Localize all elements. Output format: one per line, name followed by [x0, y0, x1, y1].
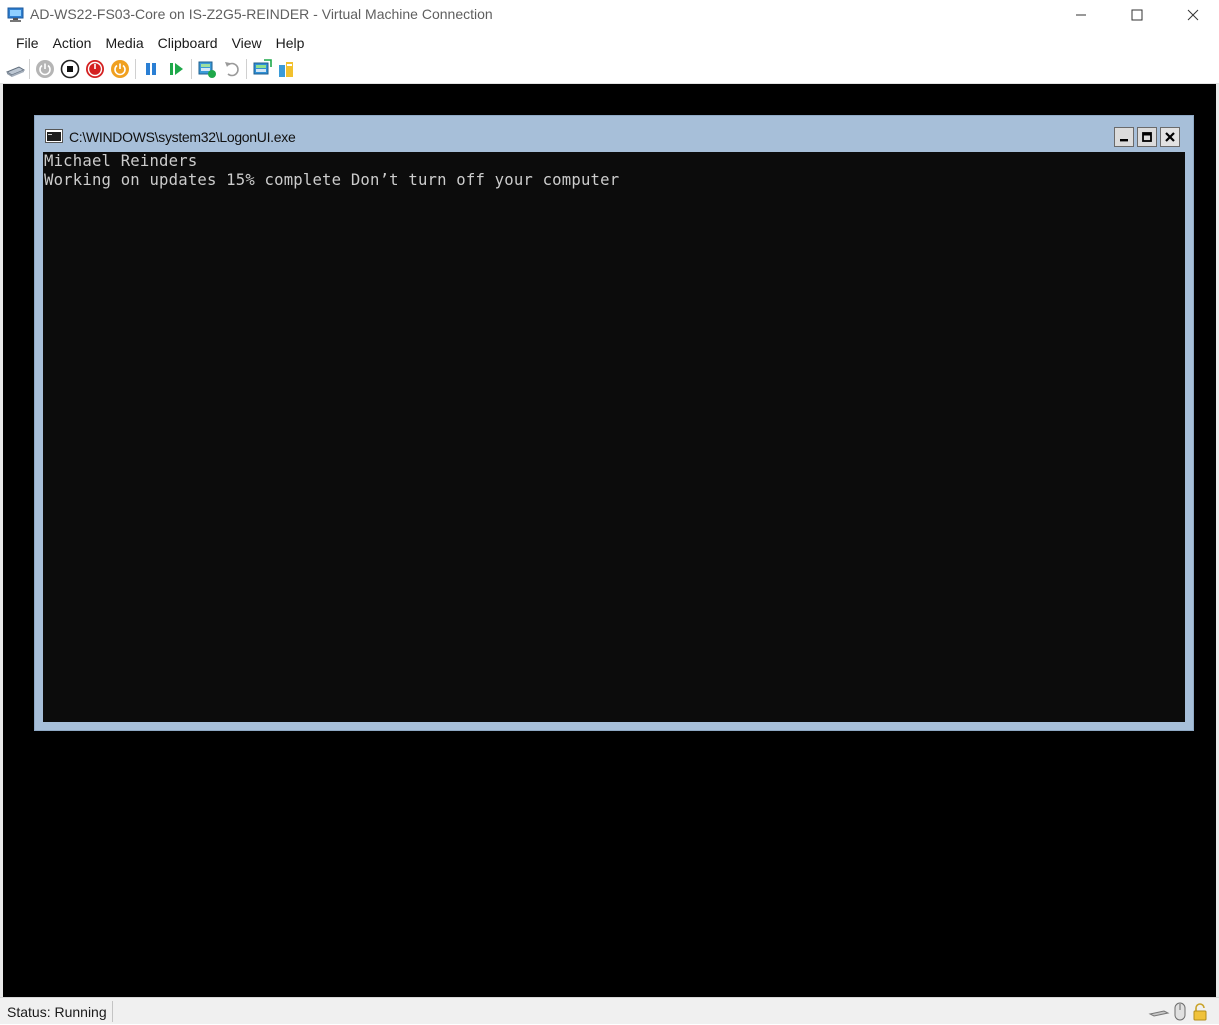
shut-down-button[interactable] — [84, 58, 106, 80]
console-output[interactable]: Michael Reinders Working on updates 15% … — [43, 152, 1185, 722]
enhanced-session-button[interactable] — [251, 58, 273, 80]
status-text: Status: Running — [7, 1004, 107, 1020]
resume-icon — [170, 63, 183, 75]
console-maximize-button[interactable] — [1137, 127, 1157, 147]
status-bar: Status: Running — [0, 997, 1219, 1024]
turn-off-button[interactable] — [59, 58, 81, 80]
title-bar: AD-WS22-FS03-Core on IS-Z2G5-REINDER - V… — [0, 0, 1219, 30]
pause-button[interactable] — [140, 58, 162, 80]
maximize-icon — [1131, 9, 1143, 21]
status-separator — [112, 1001, 113, 1022]
share-icon — [279, 62, 293, 77]
save-state-icon — [111, 60, 129, 78]
revert-button[interactable] — [221, 58, 243, 80]
menu-file[interactable]: File — [9, 30, 46, 56]
toolbar-separator — [191, 59, 192, 79]
maximize-button[interactable] — [1109, 0, 1165, 30]
console-window: C:\WINDOWS\system32\LogonUI.exe Michael … — [34, 115, 1194, 731]
toolbar — [0, 56, 1219, 84]
vm-connection-icon — [7, 6, 25, 23]
mouse-status-icon — [1173, 1002, 1187, 1025]
toolbar-separator — [29, 59, 30, 79]
close-icon — [1165, 132, 1175, 142]
power-icon — [36, 60, 54, 78]
ctrl-alt-del-button[interactable] — [4, 58, 26, 80]
minimize-icon — [1120, 139, 1128, 142]
save-button[interactable] — [109, 58, 131, 80]
toolbar-separator — [246, 59, 247, 79]
pause-icon — [146, 63, 156, 75]
console-icon — [45, 129, 63, 143]
console-close-button[interactable] — [1160, 127, 1180, 147]
keyboard-icon — [5, 66, 25, 77]
menu-media[interactable]: Media — [98, 30, 150, 56]
keyboard-status-icon — [1148, 1002, 1170, 1023]
resume-button[interactable] — [165, 58, 187, 80]
console-title-bar: C:\WINDOWS\system32\LogonUI.exe — [35, 116, 1193, 152]
console-line-status: Working on updates 15% complete Don’t tu… — [44, 171, 620, 189]
console-line-user: Michael Reinders — [44, 152, 198, 170]
menu-clipboard[interactable]: Clipboard — [151, 30, 225, 56]
toolbar-separator — [135, 59, 136, 79]
window-title: AD-WS22-FS03-Core on IS-Z2G5-REINDER - V… — [30, 6, 493, 22]
lock-icon — [1192, 1002, 1208, 1025]
maximize-icon — [1142, 132, 1152, 142]
menu-action[interactable]: Action — [46, 30, 99, 56]
minimize-button[interactable] — [1053, 0, 1109, 30]
shutdown-icon — [86, 60, 104, 78]
revert-icon — [225, 62, 239, 77]
checkpoint-button[interactable] — [196, 58, 218, 80]
menu-help[interactable]: Help — [269, 30, 312, 56]
share-button[interactable] — [275, 58, 297, 80]
console-minimize-button[interactable] — [1114, 127, 1134, 147]
checkpoint-icon — [198, 61, 216, 78]
close-icon — [1187, 9, 1199, 21]
menu-view[interactable]: View — [225, 30, 269, 56]
start-button[interactable] — [34, 58, 56, 80]
minimize-icon — [1076, 14, 1086, 16]
enhanced-session-icon — [253, 59, 272, 75]
console-title: C:\WINDOWS\system32\LogonUI.exe — [69, 129, 296, 145]
menu-bar: File Action Media Clipboard View Help — [0, 30, 1219, 56]
stop-icon — [60, 59, 80, 79]
close-button[interactable] — [1165, 0, 1219, 30]
